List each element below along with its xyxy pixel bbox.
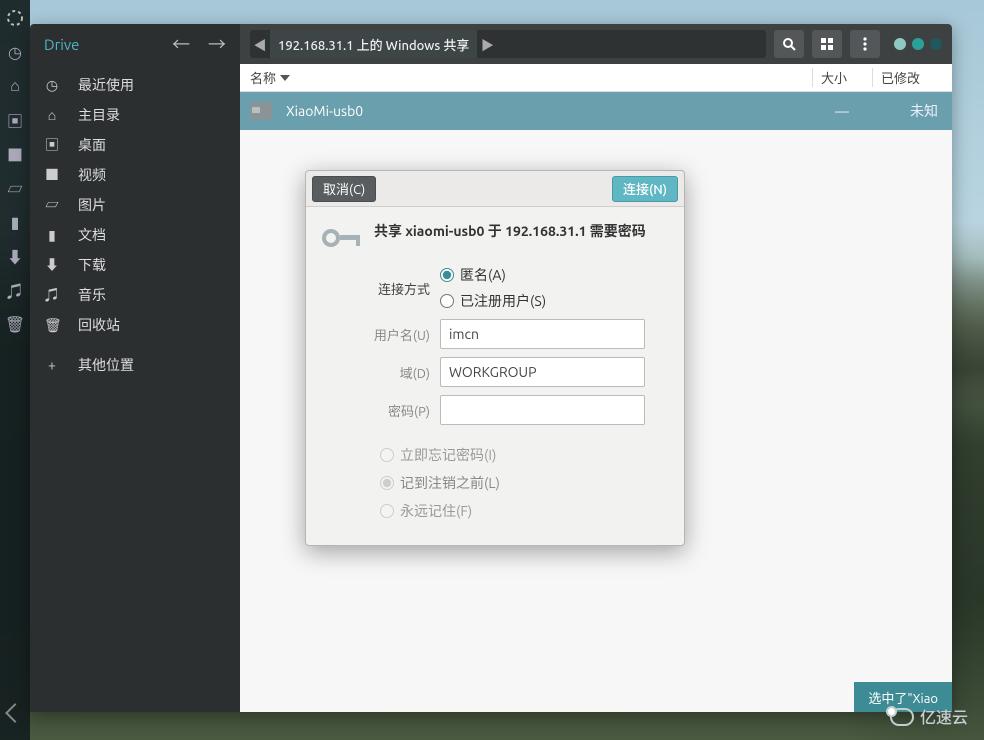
window-minimize[interactable] [894,38,906,50]
password-label: 密码(P) [322,401,430,420]
sidebar-label: 音乐 [78,285,106,305]
password-input[interactable] [440,395,645,425]
window-maximize[interactable] [912,38,924,50]
sidebar-label: 最近使用 [78,75,134,95]
dialog-body: 共享 xiaomi-usb0 于 192.168.31.1 需要密码 连接方式 … [306,207,684,545]
dialog-header: 取消(C) 连接(N) [306,171,684,207]
launcher-collapse-icon[interactable] [5,703,25,723]
window-controls [894,38,942,50]
radio-registered[interactable]: 已注册用户(S) [440,291,546,311]
sidebar-item-home[interactable]: ⌂ 主目录 [30,100,240,130]
file-size: — [812,103,872,119]
watermark-text: 亿速云 [920,704,968,728]
username-input[interactable] [440,319,645,349]
music-item-icon: ♫ [44,285,60,305]
path-location[interactable]: 192.168.31.1 上的 Windows 共享 [270,30,477,58]
path-bar[interactable]: ◀ 192.168.31.1 上的 Windows 共享 ▶ [250,30,766,58]
radio-anonymous[interactable]: 匿名(A) [440,265,546,285]
doc-icon[interactable]: ▮ [5,212,25,232]
plus-icon: + [44,357,60,373]
sidebar-item-trash[interactable]: 🗑 回收站 [30,310,240,340]
sidebar-item-other-locations[interactable]: + 其他位置 [30,350,240,380]
sidebar-item-music[interactable]: ♫ 音乐 [30,280,240,310]
downloads-icon: ⬇ [44,255,60,275]
col-name[interactable]: 名称 [250,68,812,87]
radio-logout-input[interactable] [380,476,394,490]
sidebar-item-downloads[interactable]: ⬇ 下载 [30,250,240,280]
sidebar-item-recent[interactable]: ◷ 最近使用 [30,70,240,100]
watermark-icon [886,706,914,726]
radio-anonymous-input[interactable] [440,268,454,282]
menu-button[interactable] [850,30,880,58]
col-size[interactable]: 大小 [812,68,872,87]
ubuntu-icon[interactable] [5,8,25,28]
sidebar-label: 主目录 [78,105,120,125]
trash-icon[interactable]: 🗑 [5,314,25,334]
dialog-title: 共享 xiaomi-usb0 于 192.168.31.1 需要密码 [374,221,646,241]
remember-options: 立即忘记密码(I) 记到注销之前(L) 永远记住(F) [380,445,668,521]
radio-forget-now[interactable]: 立即忘记密码(I) [380,445,668,465]
sidebar-header: Drive ← → [30,24,240,64]
column-headers: 名称 大小 已修改 [240,64,952,92]
sidebar-item-videos[interactable]: ■ 视频 [30,160,240,190]
file-modified: 未知 [872,101,942,121]
music-icon[interactable]: ♫ [5,280,25,300]
sidebar-label: 下载 [78,255,106,275]
cancel-button[interactable]: 取消(C) [312,176,376,202]
path-next-icon[interactable]: ▶ [477,35,497,54]
key-icon [322,225,360,251]
sidebar-item-documents[interactable]: ▮ 文档 [30,220,240,250]
sidebar-item-desktop[interactable]: ▣ 桌面 [30,130,240,160]
watermark: 亿速云 [886,704,968,728]
app-title: Drive [44,36,158,53]
desktop-icon: ▣ [44,135,60,155]
forward-button[interactable]: → [204,31,230,57]
connect-button[interactable]: 连接(N) [612,176,678,202]
view-grid-button[interactable] [812,30,842,58]
path-prev-icon[interactable]: ◀ [250,35,270,54]
download-icon[interactable]: ⬇ [5,246,25,266]
toolbar: ◀ 192.168.31.1 上的 Windows 共享 ▶ [240,24,952,64]
file-name: XiaoMi-usb0 [286,103,812,119]
trash-item-icon: 🗑 [44,317,60,334]
camera-icon[interactable]: ■ [5,144,25,164]
sidebar: Drive ← → ◷ 最近使用 ⌂ 主目录 ▣ 桌面 ■ 视频 ▱ 图片 ▮ 文档 ⬇ 下载… [30,24,240,712]
sidebar-label: 回收站 [78,315,120,335]
domain-input[interactable] [440,357,645,387]
radio-forever[interactable]: 永远记住(F) [380,501,668,521]
pictures-icon: ▱ [44,195,60,215]
launcher-panel: ◷ ⌂ ▣ ■ ▱ ▮ ⬇ ♫ 🗑 [0,0,30,740]
back-button[interactable]: ← [168,31,194,57]
picture-icon[interactable]: ▱ [5,178,25,198]
sidebar-label: 图片 [78,195,106,215]
sidebar-label: 文档 [78,225,106,245]
file-row-selected[interactable]: XiaoMi-usb0 — 未知 [240,92,952,130]
radio-registered-input[interactable] [440,294,454,308]
col-modified[interactable]: 已修改 [872,68,942,87]
sidebar-label: 桌面 [78,135,106,155]
sort-desc-icon [280,75,290,81]
domain-label: 域(D) [322,363,430,382]
sidebar-list: ◷最近使用 ⌂主目录 ▣桌面 ■视频 ▱图片 ▮文档 ⬇下载 ♫音乐 🗑回收站 … [30,64,240,380]
search-button[interactable] [774,30,804,58]
radio-until-logout[interactable]: 记到注销之前(L) [380,473,668,493]
folder-icon [250,102,272,120]
clock-icon[interactable]: ◷ [5,42,25,62]
radio-forever-input[interactable] [380,504,394,518]
recent-icon: ◷ [44,77,60,94]
display-icon[interactable]: ▣ [5,110,25,130]
video-icon: ■ [44,165,60,185]
home-icon: ⌂ [44,107,60,123]
username-label: 用户名(U) [322,325,430,344]
documents-icon: ▮ [44,227,60,244]
window-close[interactable] [930,38,942,50]
auth-dialog: 取消(C) 连接(N) 共享 xiaomi-usb0 于 192.168.31.… [305,170,685,546]
radio-forget-input[interactable] [380,448,394,462]
sidebar-item-pictures[interactable]: ▱ 图片 [30,190,240,220]
sidebar-label: 视频 [78,165,106,185]
sidebar-label: 其他位置 [78,355,134,375]
home-icon[interactable]: ⌂ [5,76,25,96]
method-label: 连接方式 [322,279,430,298]
